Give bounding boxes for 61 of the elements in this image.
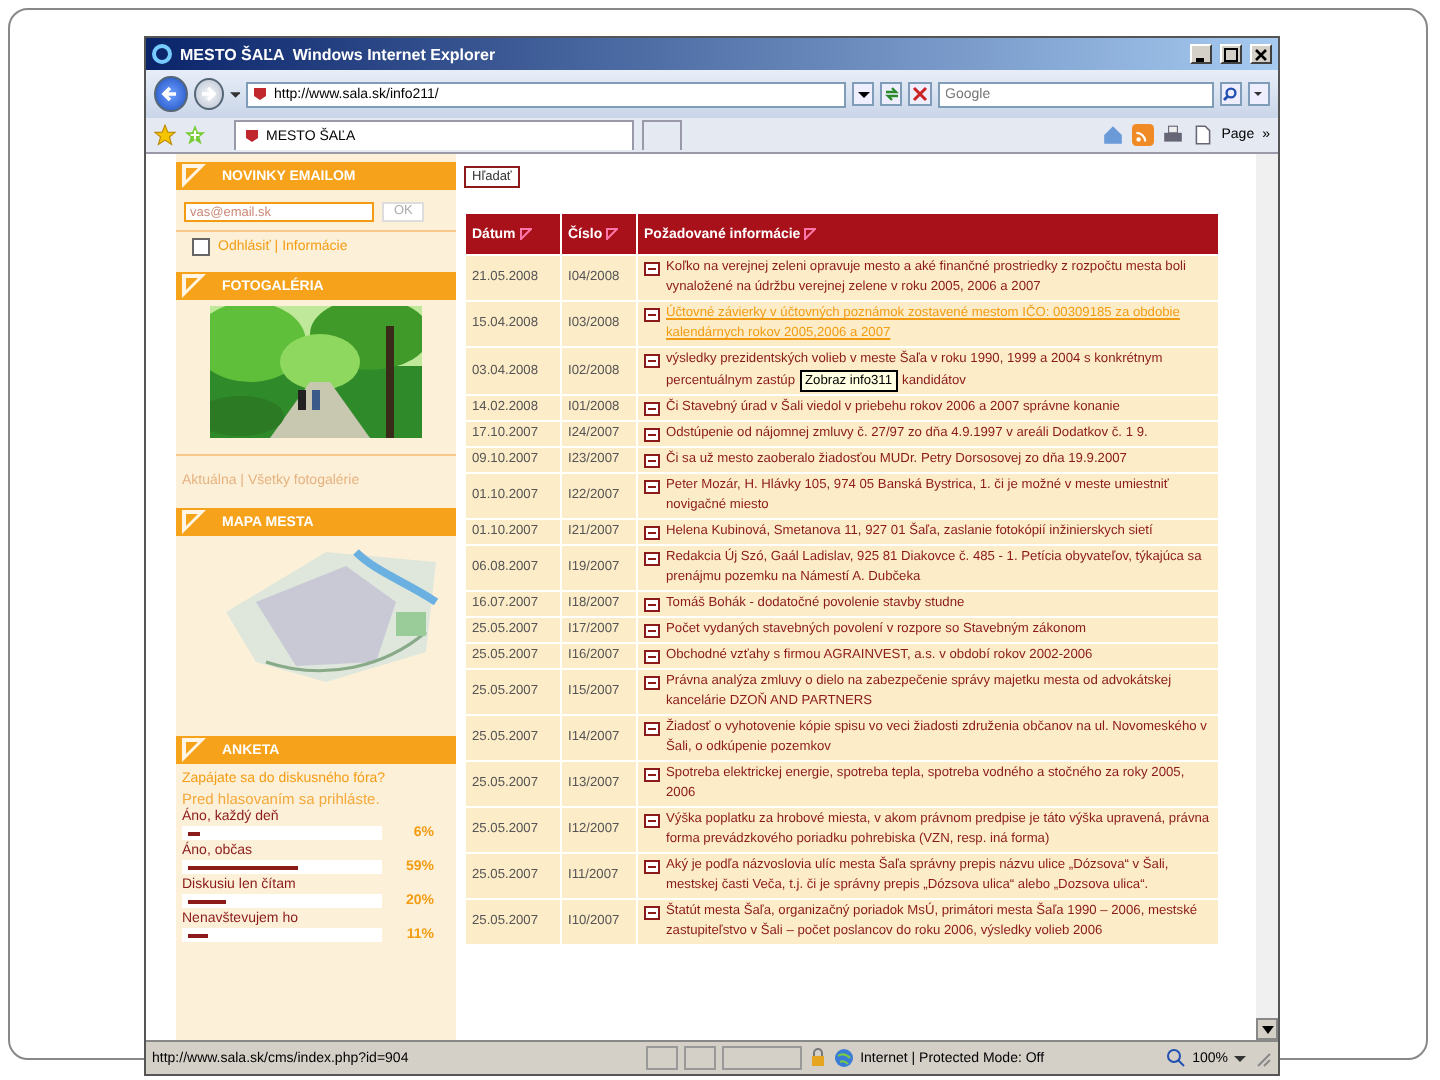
document-icon xyxy=(644,813,660,827)
document-icon xyxy=(644,453,660,467)
down-arrow-icon xyxy=(1261,1023,1273,1035)
document-icon xyxy=(644,479,660,493)
options-button[interactable] xyxy=(1247,82,1271,106)
browser-icon xyxy=(152,44,172,64)
zoom-icon[interactable] xyxy=(1166,1048,1187,1068)
site-icon xyxy=(252,86,268,102)
forward-arrow-icon xyxy=(198,84,219,104)
document-icon xyxy=(644,905,660,919)
refresh-icon xyxy=(883,86,900,102)
sort-icon[interactable] xyxy=(519,227,532,240)
dropdown-button[interactable] xyxy=(852,82,875,106)
site-icon xyxy=(244,128,260,144)
document-icon xyxy=(644,649,660,663)
maximize-icon xyxy=(1224,47,1238,61)
feed-icon[interactable] xyxy=(1131,124,1154,146)
back-button[interactable] xyxy=(154,76,188,112)
lock-icon xyxy=(808,1048,829,1068)
search-button[interactable] xyxy=(1219,82,1242,106)
document-icon xyxy=(644,525,660,539)
close-icon xyxy=(1254,47,1268,61)
scroll-down-button[interactable] xyxy=(1256,1018,1278,1040)
stop-icon xyxy=(911,86,928,102)
document-icon xyxy=(644,859,660,873)
resize-grip-icon[interactable] xyxy=(1252,1048,1272,1068)
document-icon xyxy=(644,427,660,441)
star-icon[interactable] xyxy=(154,124,176,146)
status-pane xyxy=(684,1046,717,1070)
minimize-button[interactable] xyxy=(1190,44,1212,64)
caret-icon xyxy=(1250,86,1267,102)
app-name: Windows Internet Explorer xyxy=(292,45,496,63)
document-icon xyxy=(644,307,660,321)
caret-icon[interactable] xyxy=(1234,1052,1246,1064)
back-arrow-icon xyxy=(160,84,181,104)
document-icon xyxy=(644,623,660,637)
status-pane xyxy=(646,1046,679,1070)
sort-icon[interactable] xyxy=(606,227,619,240)
maximize-button[interactable] xyxy=(1220,44,1242,64)
document-icon xyxy=(644,597,660,611)
document-icon xyxy=(644,261,660,275)
sort-icon[interactable] xyxy=(804,227,817,240)
forward-button[interactable] xyxy=(193,78,223,110)
window-title: MESTO ŠAĽA xyxy=(180,45,285,63)
document-icon xyxy=(644,675,660,689)
refresh-button[interactable] xyxy=(880,82,903,106)
caret-icon xyxy=(855,86,872,102)
document-icon xyxy=(644,767,660,781)
document-icon xyxy=(644,551,660,565)
search-icon xyxy=(1222,86,1239,102)
page-icon[interactable] xyxy=(1191,124,1214,146)
stop-button[interactable] xyxy=(908,82,932,106)
globe-icon xyxy=(834,1048,855,1068)
caret-icon[interactable] xyxy=(229,88,240,100)
status-pane xyxy=(722,1046,803,1070)
checkbox[interactable] xyxy=(192,238,210,256)
document-icon xyxy=(644,353,660,367)
close-button[interactable] xyxy=(1250,44,1272,64)
document-icon xyxy=(644,721,660,735)
document-icon xyxy=(644,401,660,415)
print-icon[interactable] xyxy=(1161,124,1184,146)
